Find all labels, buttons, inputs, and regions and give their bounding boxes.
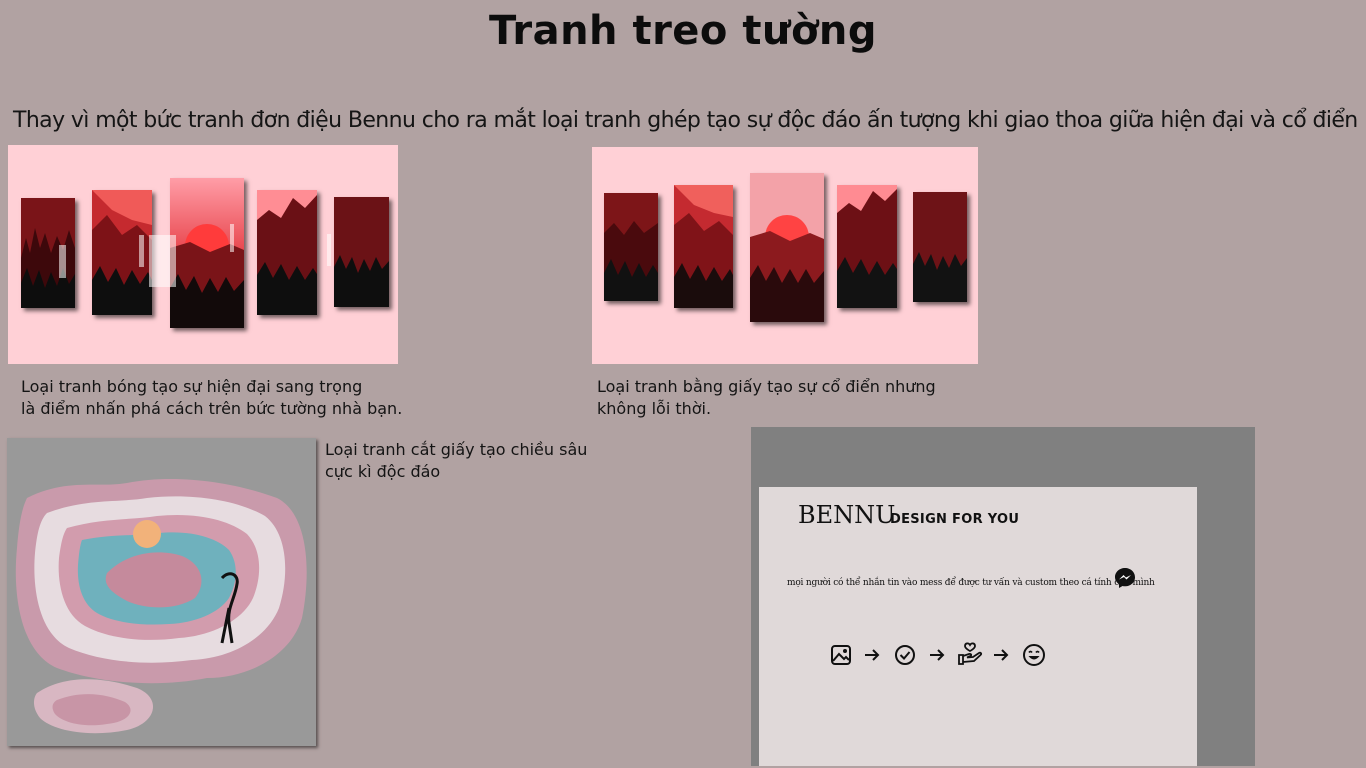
caption-line: Loại tranh bằng giấy tạo sự cổ điển nhưn… xyxy=(597,377,936,396)
caption-line: Loại tranh cắt giấy tạo chiều sâu xyxy=(325,440,588,459)
smile-icon xyxy=(1022,643,1046,671)
glossy-painting-image xyxy=(8,145,398,364)
panel-frame xyxy=(837,185,897,308)
papercut-painting-caption: Loại tranh cắt giấy tạo chiều sâu cực kì… xyxy=(325,439,587,483)
panel-frame xyxy=(750,173,824,322)
page-title: Tranh treo tường xyxy=(488,8,878,54)
messenger-icon[interactable] xyxy=(1114,567,1136,589)
hand-heart-icon xyxy=(957,641,983,671)
brand-name: BENNU xyxy=(798,501,896,529)
panel-frame xyxy=(257,190,317,315)
paper-painting-caption: Loại tranh bằng giấy tạo sự cổ điển nhưn… xyxy=(597,376,936,420)
caption-line: là điểm nhấn phá cách trên bức tường nhà… xyxy=(21,399,403,418)
panel-frame xyxy=(170,178,244,328)
panel-frame xyxy=(334,197,389,307)
panel-frame xyxy=(604,193,658,301)
caption-line: không lỗi thời. xyxy=(597,399,712,418)
contact-message: mọi người có thể nhắn tin vào mess để đư… xyxy=(787,578,1155,588)
paper-painting-image xyxy=(592,147,978,364)
image-icon xyxy=(830,644,852,670)
caption-line: Loại tranh bóng tạo sự hiện đại sang trọ… xyxy=(21,377,363,396)
panel-frame xyxy=(674,185,733,308)
panel-frame xyxy=(913,192,967,302)
brand-tagline: DESIGN FOR YOU xyxy=(890,512,1020,527)
arrow-right-icon xyxy=(992,646,1010,668)
caption-line: cực kì độc đáo xyxy=(325,462,441,481)
papercut-painting-image xyxy=(7,438,316,746)
intro-text: Thay vì một bức tranh đơn điệu Bennu cho… xyxy=(13,108,1358,133)
panel-frame xyxy=(21,198,75,308)
arrow-right-icon xyxy=(863,646,881,668)
glossy-painting-caption: Loại tranh bóng tạo sự hiện đại sang trọ… xyxy=(21,376,402,420)
check-circle-icon xyxy=(894,644,916,670)
arrow-right-icon xyxy=(928,646,946,668)
